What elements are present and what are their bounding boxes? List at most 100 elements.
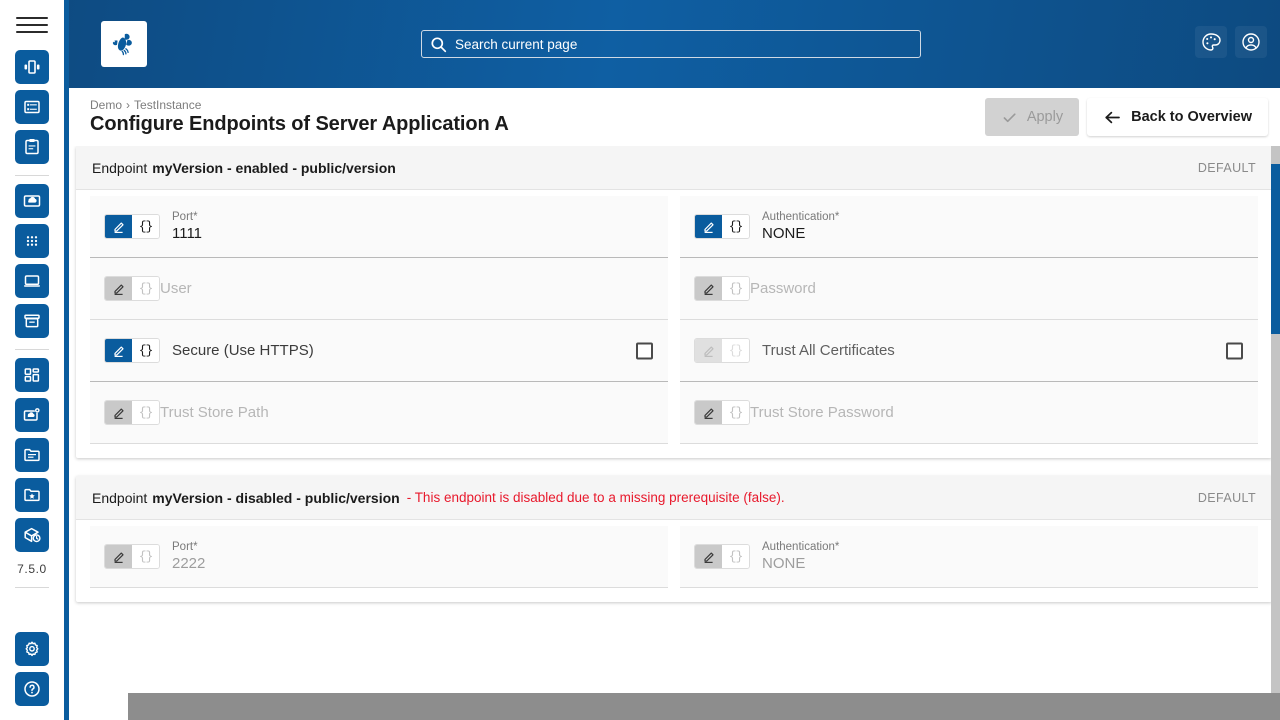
endpoint-default-badge: DEFAULT — [1197, 160, 1256, 175]
sidebar-item-archive[interactable] — [15, 304, 49, 338]
account-button[interactable] — [1235, 26, 1267, 58]
expression-mode-button[interactable]: {} — [132, 215, 159, 238]
edit-mode-button[interactable] — [695, 339, 722, 362]
expression-mode-button[interactable]: {} — [722, 401, 749, 424]
sidebar-item-favorites[interactable] — [15, 478, 49, 512]
edit-mode-button[interactable] — [105, 545, 132, 568]
field-value[interactable]: NONE — [762, 554, 839, 573]
vertical-scrollbar-thumb[interactable] — [1271, 164, 1280, 334]
theme-button[interactable] — [1195, 26, 1227, 58]
sidebar-item-cloud[interactable] — [15, 184, 49, 218]
password-field[interactable]: {} Password — [680, 258, 1258, 320]
sidebar-item-monitor[interactable] — [15, 264, 49, 298]
endpoint-card: Endpoint myVersion - enabled - public/ver… — [76, 146, 1272, 458]
field-mode-toggle[interactable]: {} — [104, 544, 160, 569]
field-value[interactable]: 2222 — [172, 554, 205, 573]
edit-mode-button[interactable] — [695, 215, 722, 238]
authentication-field[interactable]: {} Authentication* NONE — [680, 526, 1258, 588]
expression-mode-button[interactable]: {} — [132, 277, 159, 300]
expression-mode-button[interactable]: {} — [722, 339, 749, 362]
apply-button-label: Apply — [1026, 109, 1064, 125]
expression-mode-button[interactable]: {} — [132, 545, 159, 568]
expression-mode-button[interactable]: {} — [722, 215, 749, 238]
apply-button[interactable]: Apply — [984, 98, 1080, 136]
package-clock-icon — [24, 527, 41, 543]
settings-gear-icon — [25, 641, 39, 657]
field-placeholder[interactable]: Trust Store Path — [160, 404, 269, 421]
sidebar-item-documents[interactable] — [15, 438, 49, 472]
sidebar-item-cloud-settings[interactable] — [15, 398, 49, 432]
edit-mode-button[interactable] — [105, 277, 132, 300]
field-mode-toggle[interactable]: {} — [104, 214, 160, 239]
edit-mode-button[interactable] — [695, 277, 722, 300]
expression-mode-button[interactable]: {} — [722, 545, 749, 568]
sidebar-item-dashboard[interactable] — [15, 50, 49, 84]
field-mode-toggle[interactable]: {} — [104, 276, 160, 301]
endpoint-field-rows: {} Port* 2222 {} Authentication* NONE — [76, 520, 1272, 602]
expression-mode-button[interactable]: {} — [132, 401, 159, 424]
user-field[interactable]: {} User — [90, 258, 668, 320]
horizontal-scrollbar[interactable] — [128, 693, 1280, 720]
vertical-scrollbar[interactable] — [1271, 146, 1280, 720]
braces-icon: {} — [138, 549, 154, 564]
port-field[interactable]: {} Port* 2222 — [90, 526, 668, 588]
pencil-icon — [703, 408, 714, 419]
field-label: Port* — [172, 541, 198, 553]
user-account-icon — [1242, 33, 1260, 51]
edit-mode-button[interactable] — [105, 401, 132, 424]
field-text: Authentication* NONE — [762, 540, 839, 573]
hamburger-line — [16, 17, 48, 19]
field-mode-toggle[interactable]: {} — [694, 338, 750, 363]
field-mode-toggle[interactable]: {} — [694, 400, 750, 425]
back-to-overview-button[interactable]: Back to Overview — [1087, 98, 1268, 136]
endpoint-prefix-label: Endpoint — [92, 159, 148, 176]
secure-https-checkbox[interactable]: {} Secure (Use HTTPS) — [90, 320, 668, 382]
field-value[interactable]: NONE — [762, 224, 839, 243]
hamburger-menu-icon[interactable] — [16, 10, 48, 40]
sidebar-item-apps[interactable] — [15, 224, 49, 258]
field-label: Trust All Certificates — [762, 342, 895, 359]
endpoints-scroll-area[interactable]: Endpoint myVersion - enabled - public/ver… — [64, 146, 1280, 720]
field-mode-toggle[interactable]: {} — [104, 338, 160, 363]
sidebar-item-help[interactable] — [15, 672, 49, 706]
search-box[interactable] — [421, 30, 921, 58]
edit-mode-button[interactable] — [105, 339, 132, 362]
secure-https-checkbox[interactable] — [636, 342, 653, 359]
cloud-settings-icon — [23, 407, 40, 421]
app-logo — [101, 21, 147, 67]
field-placeholder[interactable]: Trust Store Password — [750, 404, 894, 421]
sidebar-item-packages[interactable] — [15, 518, 49, 552]
endpoint-default-badge: DEFAULT — [1197, 490, 1256, 505]
search-input[interactable] — [455, 36, 912, 52]
cloud-icon — [23, 195, 41, 207]
sidebar-item-servers[interactable] — [15, 90, 49, 124]
port-field[interactable]: {} Port* 1111 — [90, 196, 668, 258]
trust-all-certificates-checkbox[interactable]: {} Trust All Certificates — [680, 320, 1258, 382]
field-mode-toggle[interactable]: {} — [694, 276, 750, 301]
breadcrumb-item-demo[interactable]: Demo — [90, 98, 122, 112]
field-text: Port* 2222 — [172, 540, 205, 573]
trust-store-password-field[interactable]: {} Trust Store Password — [680, 382, 1258, 444]
expression-mode-button[interactable]: {} — [132, 339, 159, 362]
trust-all-certificates-checkbox[interactable] — [1226, 342, 1243, 359]
edit-mode-button[interactable] — [105, 215, 132, 238]
pencil-icon — [703, 284, 714, 295]
field-mode-toggle[interactable]: {} — [104, 400, 160, 425]
sidebar-item-modules[interactable] — [15, 358, 49, 392]
trust-store-path-field[interactable]: {} Trust Store Path — [90, 382, 668, 444]
authentication-field[interactable]: {} Authentication* NONE — [680, 196, 1258, 258]
field-placeholder[interactable]: Password — [750, 280, 816, 297]
field-value[interactable]: 1111 — [172, 224, 202, 243]
sidebar-item-settings[interactable] — [15, 632, 49, 666]
field-placeholder[interactable]: User — [160, 280, 192, 297]
pencil-icon — [113, 222, 124, 233]
expression-mode-button[interactable]: {} — [722, 277, 749, 300]
breadcrumb-item-testinstance[interactable]: TestInstance — [134, 98, 201, 112]
field-mode-toggle[interactable]: {} — [694, 544, 750, 569]
edit-mode-button[interactable] — [695, 545, 722, 568]
sidebar-item-tasks[interactable] — [15, 130, 49, 164]
field-mode-toggle[interactable]: {} — [694, 214, 750, 239]
bee-logo — [112, 33, 132, 56]
edit-mode-button[interactable] — [695, 401, 722, 424]
braces-icon: {} — [138, 343, 154, 358]
